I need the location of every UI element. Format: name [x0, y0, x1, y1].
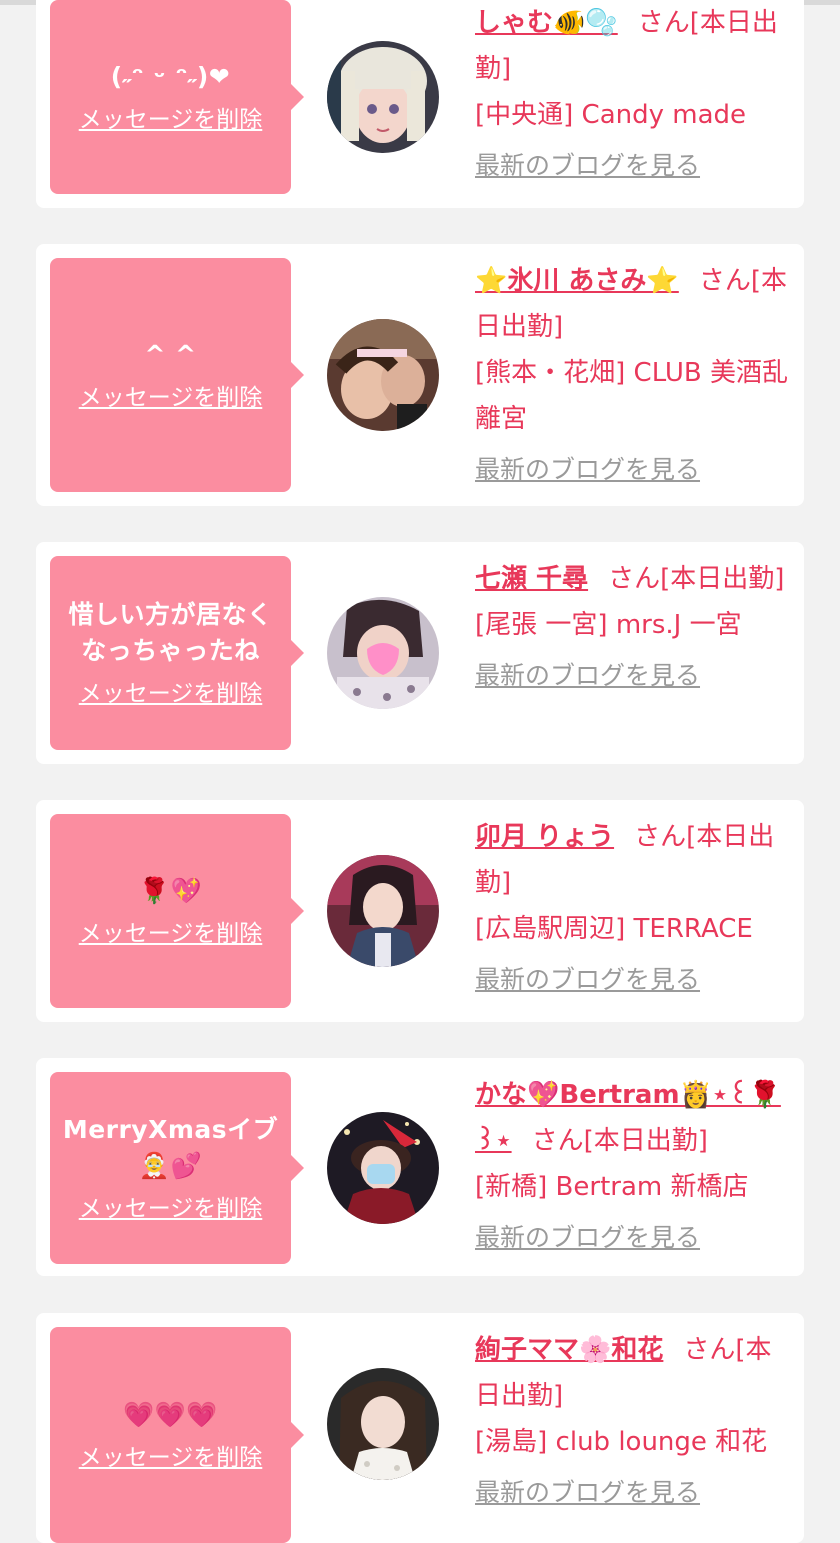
message-text: MerryXmasイブ🤶💕	[62, 1115, 279, 1180]
message-bubble: 🌹💖 メッセージを削除	[50, 814, 304, 1008]
latest-blog-link[interactable]: 最新のブログを見る	[475, 452, 700, 488]
message-card: ^ ^ メッセージを削除 ⭐氷川 あさみ⭐ さん[本日出勤] [熊本・花畑] CL…	[36, 244, 804, 506]
cast-status: さん[本日出勤]	[608, 564, 785, 594]
cast-info: しゃむ🐠🫧 さん[本日出勤] [中央通] Candy made 最新のブログを見る	[475, 0, 793, 189]
cast-name-link[interactable]: しゃむ🐠🫧	[475, 8, 618, 38]
shop-name: [尾張 一宮] mrs.J 一宮	[475, 610, 742, 640]
shop-name: [新橋] Bertram 新橋店	[475, 1172, 749, 1202]
cast-status: さん[本日出勤]	[531, 1126, 708, 1156]
message-text: ^ ^	[144, 340, 197, 369]
latest-blog-link[interactable]: 最新のブログを見る	[475, 148, 700, 184]
delete-message-link[interactable]: メッセージを削除	[79, 919, 263, 949]
cast-info: かな💖Bertram👸⋆꒰🌹꒱⋆ さん[本日出勤] [新橋] Bertram 新橋…	[475, 1072, 793, 1261]
avatar-photo	[327, 1368, 439, 1480]
delete-message-link[interactable]: メッセージを削除	[79, 679, 263, 709]
latest-blog-link[interactable]: 最新のブログを見る	[475, 1220, 700, 1256]
avatar-photo	[327, 41, 439, 153]
cast-name-link[interactable]: ⭐氷川 あさみ⭐	[475, 266, 679, 296]
message-text: 🌹💖	[138, 876, 203, 905]
latest-blog-link[interactable]: 最新のブログを見る	[475, 658, 700, 694]
avatar-photo	[327, 1112, 439, 1224]
avatar[interactable]	[327, 319, 439, 431]
cast-info: 卯月 りょう さん[本日出勤] [広島駅周辺] TERRACE 最新のブログを見る	[475, 814, 793, 1003]
message-card: MerryXmasイブ🤶💕 メッセージを削除 かな💖Bertram👸⋆꒰🌹꒱⋆ さ…	[36, 1058, 804, 1276]
cast-info: ⭐氷川 あさみ⭐ さん[本日出勤] [熊本・花畑] CLUB 美酒乱 離宮 最新の…	[475, 258, 793, 493]
delete-message-link[interactable]: メッセージを削除	[79, 383, 263, 413]
latest-blog-link[interactable]: 最新のブログを見る	[475, 1475, 700, 1511]
message-bubble: MerryXmasイブ🤶💕 メッセージを削除	[50, 1072, 304, 1264]
delete-message-link[interactable]: メッセージを削除	[79, 105, 263, 135]
avatar-photo	[327, 597, 439, 709]
message-card: 惜しい方が居なくなっちゃったね メッセージを削除 七瀬 千尋 さん[本日出勤] […	[36, 542, 804, 764]
avatar[interactable]	[327, 1112, 439, 1224]
delete-message-link[interactable]: メッセージを削除	[79, 1443, 263, 1473]
message-text: 惜しい方が居なくなっちゃったね	[68, 600, 273, 665]
avatar-photo	[327, 319, 439, 431]
message-card: (˶ᵔ ᵕ ᵔ˶)❤ メッセージを削除 しゃむ🐠🫧 さん[本日出勤] [中央通] …	[36, 0, 804, 208]
cast-info: 七瀬 千尋 さん[本日出勤] [尾張 一宮] mrs.J 一宮 最新のブログを見る	[475, 556, 793, 699]
cast-name-link[interactable]: 卯月 りょう	[475, 822, 614, 852]
message-bubble: ^ ^ メッセージを削除	[50, 258, 304, 492]
latest-blog-link[interactable]: 最新のブログを見る	[475, 962, 700, 998]
avatar[interactable]	[327, 597, 439, 709]
shop-name: [広島駅周辺] TERRACE	[475, 914, 753, 944]
shop-name: [湯島] club lounge 和花	[475, 1427, 768, 1457]
avatar[interactable]	[327, 1368, 439, 1480]
message-text: (˶ᵔ ᵕ ᵔ˶)❤	[110, 62, 231, 91]
message-text: 💗💗💗	[123, 1400, 218, 1429]
message-card: 🌹💖 メッセージを削除 卯月 りょう さん[本日出勤] [広島駅周辺] TERRA…	[36, 800, 804, 1022]
avatar-photo	[327, 855, 439, 967]
shop-name: [熊本・花畑] CLUB 美酒乱 離宮	[475, 358, 789, 434]
message-bubble: 惜しい方が居なくなっちゃったね メッセージを削除	[50, 556, 304, 750]
cast-name-link[interactable]: 絢子ママ🌸和花	[475, 1335, 663, 1365]
avatar[interactable]	[327, 855, 439, 967]
avatar[interactable]	[327, 41, 439, 153]
cast-name-link[interactable]: 七瀬 千尋	[475, 564, 588, 594]
message-bubble: (˶ᵔ ᵕ ᵔ˶)❤ メッセージを削除	[50, 0, 304, 194]
shop-name: [中央通] Candy made	[475, 100, 747, 130]
message-bubble: 💗💗💗 メッセージを削除	[50, 1327, 304, 1543]
message-card: 💗💗💗 メッセージを削除 絢子ママ🌸和花 さん[本日出勤] [湯島] club l…	[36, 1313, 804, 1543]
cast-info: 絢子ママ🌸和花 さん[本日出勤] [湯島] club lounge 和花 最新のブ…	[475, 1327, 793, 1516]
delete-message-link[interactable]: メッセージを削除	[79, 1194, 263, 1224]
